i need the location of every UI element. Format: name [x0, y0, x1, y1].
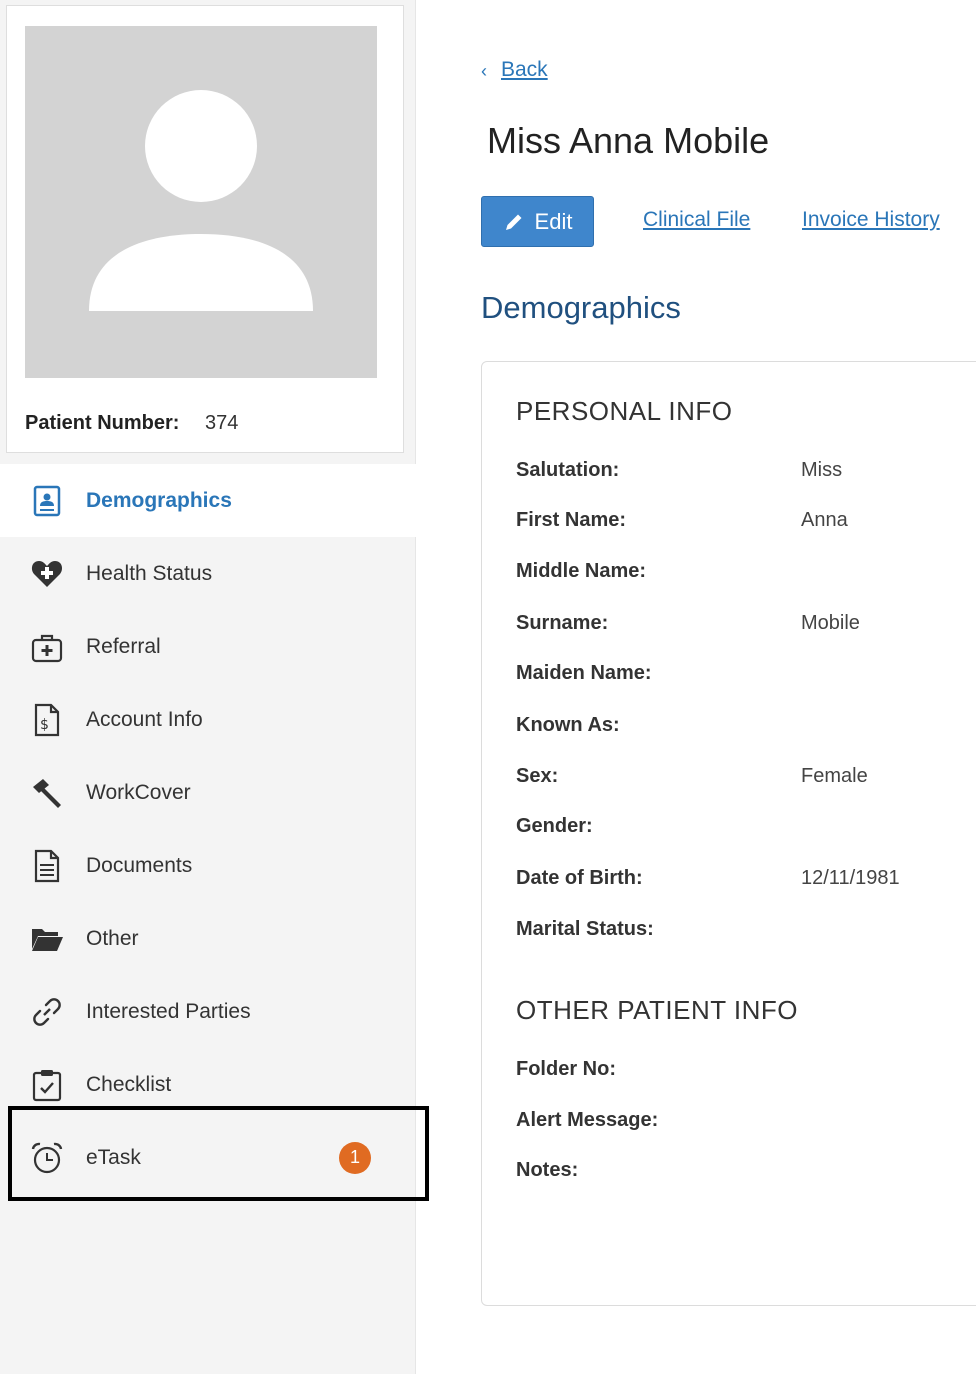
profile-card: Patient Number: 374: [6, 5, 404, 453]
sidebar: Patient Number: 374 Demographics Health …: [0, 0, 416, 1374]
clipboard-check-icon: [28, 1066, 66, 1104]
dollar-file-icon: $: [28, 701, 66, 739]
field-label: First Name:: [516, 509, 627, 531]
sidebar-item-workcover[interactable]: WorkCover: [0, 756, 416, 829]
hammer-icon: [28, 774, 66, 812]
field-label: Maiden Name:: [516, 662, 652, 684]
sidebar-item-label: eTask: [86, 1145, 141, 1169]
svg-text:$: $: [40, 717, 49, 733]
sidebar-item-label: Referral: [86, 634, 161, 658]
field-label: Surname:: [516, 612, 609, 634]
patient-name: Miss Anna Mobile: [487, 120, 770, 161]
etask-count-badge: 1: [339, 1141, 371, 1174]
sidebar-item-referral[interactable]: Referral: [0, 610, 416, 683]
demographics-icon: [28, 482, 66, 520]
document-icon: [28, 847, 66, 885]
heart-plus-icon: [28, 555, 66, 593]
personal-info-heading: PERSONAL INFO: [516, 396, 733, 426]
sidebar-item-label: Documents: [86, 853, 193, 877]
sidebar-item-checklist[interactable]: Checklist: [0, 1048, 416, 1121]
sidebar-item-label: Health Status: [86, 561, 213, 585]
chevron-left-icon: ‹: [481, 60, 487, 81]
back-link[interactable]: ‹ Back: [481, 58, 548, 82]
field-label: Middle Name:: [516, 560, 647, 582]
sidebar-item-label: Other: [86, 926, 139, 950]
sidebar-item-health-status[interactable]: Health Status: [0, 537, 416, 610]
sidebar-item-other[interactable]: Other: [0, 902, 416, 975]
clinical-file-link[interactable]: Clinical File: [643, 208, 750, 232]
field-label: Salutation:: [516, 459, 620, 481]
user-silhouette-icon: [25, 26, 377, 378]
field-label: Marital Status:: [516, 918, 654, 940]
field-label: Gender:: [516, 815, 593, 837]
pencil-icon: [503, 211, 525, 233]
medical-bag-icon: [28, 628, 66, 666]
patient-number-value: 374: [205, 412, 239, 434]
folder-open-icon: [28, 920, 66, 958]
section-title: Demographics: [481, 290, 681, 325]
sidebar-item-documents[interactable]: Documents: [0, 829, 416, 902]
edit-button-label: Edit: [534, 208, 573, 234]
field-value: Mobile: [801, 612, 860, 634]
field-value: Miss: [801, 459, 843, 481]
field-value: 12/11/1981: [801, 867, 900, 889]
field-value: Anna: [801, 509, 848, 531]
sidebar-item-label: Account Info: [86, 707, 203, 731]
patient-number: Patient Number: 374: [25, 412, 238, 435]
sidebar-item-etask[interactable]: eTask 1: [0, 1121, 416, 1194]
sidebar-item-interested-parties[interactable]: Interested Parties: [0, 975, 416, 1048]
sidebar-nav: Demographics Health Status Referral $ Ac…: [0, 464, 416, 1194]
invoice-history-link[interactable]: Invoice History: [802, 208, 940, 232]
sidebar-item-demographics[interactable]: Demographics: [0, 464, 416, 537]
patient-number-label: Patient Number:: [25, 412, 180, 434]
alarm-clock-icon: [28, 1139, 66, 1177]
field-label: Notes:: [516, 1159, 579, 1181]
field-label: Folder No:: [516, 1058, 616, 1080]
other-info-heading: OTHER PATIENT INFO: [516, 995, 799, 1025]
sidebar-item-account-info[interactable]: $ Account Info: [0, 683, 416, 756]
sidebar-item-label: WorkCover: [86, 780, 191, 804]
sidebar-item-label: Checklist: [86, 1072, 172, 1096]
sidebar-item-label: Demographics: [86, 488, 232, 512]
link-icon: [28, 993, 66, 1031]
back-link-label: Back: [501, 58, 548, 81]
sidebar-item-label: Interested Parties: [86, 999, 251, 1023]
field-label: Date of Birth:: [516, 867, 643, 889]
field-label: Alert Message:: [516, 1109, 659, 1131]
field-label: Known As:: [516, 714, 620, 736]
demographics-card: PERSONAL INFO Salutation: Miss First Nam…: [481, 361, 976, 1306]
field-label: Sex:: [516, 765, 559, 787]
edit-button[interactable]: Edit: [481, 196, 594, 247]
avatar-placeholder: [25, 26, 377, 378]
field-value: Female: [801, 765, 868, 787]
